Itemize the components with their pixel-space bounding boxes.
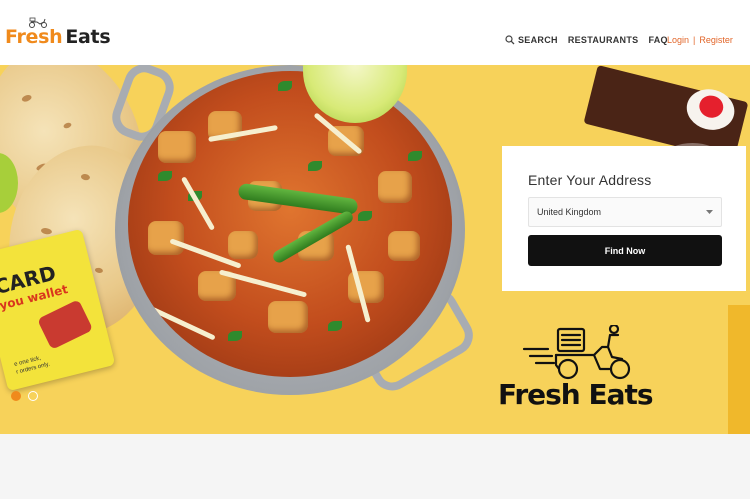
nav-search[interactable]: SEARCH (505, 35, 558, 45)
slider-dots (11, 391, 45, 401)
auth-links: Login | Register (667, 35, 733, 45)
main-nav: SEARCH RESTAURANTS FAQ (505, 35, 678, 45)
brand-name-large: Fresh Eats (498, 378, 654, 411)
search-icon (505, 35, 515, 45)
slider-dot-1[interactable] (11, 391, 21, 401)
register-link[interactable]: Register (699, 35, 733, 45)
country-select[interactable]: United Kingdom (528, 197, 722, 227)
login-link[interactable]: Login (667, 35, 689, 45)
country-select-value: United Kingdom (537, 207, 602, 217)
find-now-button[interactable]: Find Now (528, 235, 722, 266)
delivery-scooter-icon (522, 325, 631, 380)
hero-side-strip (728, 305, 750, 434)
curry-dish-image (128, 71, 452, 377)
address-search-card: Enter Your Address United Kingdom Find N… (502, 146, 746, 291)
content-area (0, 434, 750, 499)
nav-faq-label: FAQ (648, 35, 668, 45)
nav-faq[interactable]: FAQ (648, 35, 667, 45)
nav-restaurants[interactable]: RESTAURANTS (568, 35, 639, 45)
scooter-icon (29, 17, 47, 28)
chevron-down-icon (706, 210, 713, 214)
slider-dot-2[interactable] (28, 391, 38, 401)
nav-search-label: SEARCH (518, 35, 558, 45)
auth-separator: | (693, 35, 696, 45)
nav-restaurants-label: RESTAURANTS (567, 35, 639, 45)
promo-card-note: e one tick, r orders only. (13, 355, 51, 376)
address-title: Enter Your Address (528, 172, 652, 188)
logo[interactable]: Fresh Eats (5, 17, 111, 48)
wallet-icon (36, 299, 94, 350)
hero-banner: CARD you wallet e one tick, r orders onl… (0, 65, 750, 434)
logo-eats-text: Eats (65, 26, 111, 48)
logo-fresh-text: Fresh (5, 26, 63, 48)
site-header: Fresh Eats SEARCH RESTAURANTS FAQ Login … (0, 0, 750, 65)
